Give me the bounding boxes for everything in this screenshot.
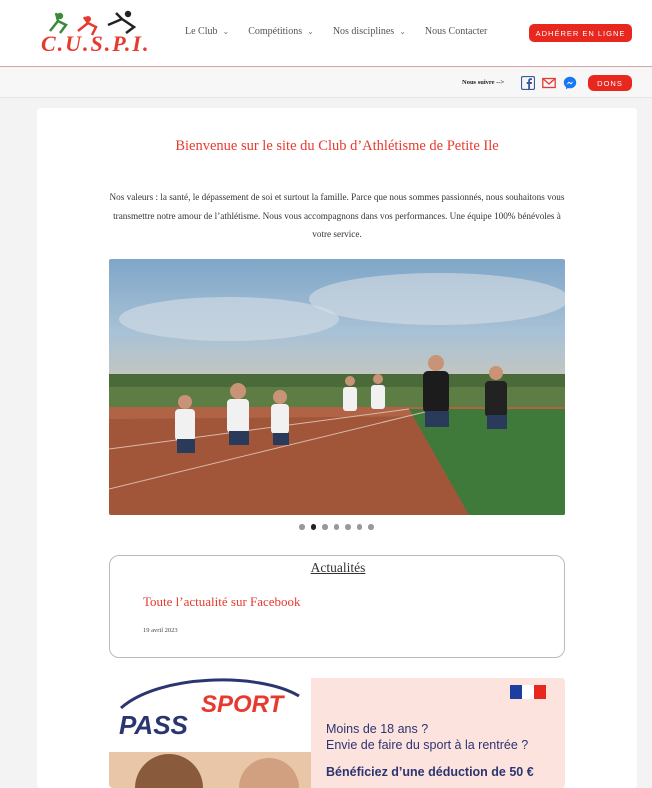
pass-sport-banner[interactable]: PASS SPORT Moins de 18 ans ? Envie de fa… <box>109 678 565 788</box>
site-header: C.U.S.P.I. Le Club ⌄ Compétitions ⌄ Nos di… <box>0 0 652 67</box>
donate-button[interactable]: DONS <box>588 75 632 91</box>
slide-dot[interactable] <box>333 524 339 530</box>
nav-label: Nous Contacter <box>424 26 488 37</box>
messenger-icon[interactable] <box>563 76 577 90</box>
news-heading: Actualités <box>310 560 366 575</box>
nav-item-contact[interactable]: Nous Contacter <box>425 26 488 37</box>
chevron-down-icon: ⌄ <box>222 27 230 36</box>
main-content-card: Bienvenue sur le site du Club d’Athlétis… <box>37 108 637 788</box>
sport-text: SPORT <box>201 691 286 718</box>
social-bar: Nous suivre --> DONS <box>0 68 652 98</box>
pass-sport-logo: PASS SPORT <box>109 678 311 788</box>
pass-sport-line-1: Moins de 18 ans ? <box>326 722 429 736</box>
slide-dot[interactable] <box>299 524 305 530</box>
join-online-button[interactable]: ADHÉRER EN LIGNE <box>529 24 632 42</box>
nav-item-competitions[interactable]: Compétitions ⌄ <box>248 26 314 37</box>
slide-dot[interactable] <box>356 524 362 530</box>
mail-icon[interactable] <box>542 76 556 90</box>
chevron-down-icon: ⌄ <box>399 27 406 36</box>
chevron-down-icon: ⌄ <box>307 27 314 36</box>
club-logo[interactable]: C.U.S.P.I. <box>38 9 148 57</box>
nav-item-disciplines[interactable]: Nos disciplines ⌄ <box>333 26 406 37</box>
pass-sport-line-2: Envie de faire du sport à la rentrée ? <box>326 738 529 752</box>
pass-text: PASS <box>119 710 189 740</box>
slide-dot[interactable] <box>322 524 328 530</box>
slide-dot[interactable] <box>345 524 351 530</box>
news-post-link[interactable]: Toute l’actualité sur Facebook <box>143 594 301 610</box>
news-section: Actualités Toute l’actualité sur Faceboo… <box>109 555 565 658</box>
main-nav: Le Club ⌄ Compétitions ⌄ Nos disciplines ⌄ … <box>185 26 506 37</box>
news-post-date: 19 avril 2023 <box>143 627 178 634</box>
page-title: Bienvenue sur le site du Club d’Athlétis… <box>175 138 499 154</box>
runners-photo <box>109 259 565 515</box>
logo-text: C.U.S.P.I. <box>41 31 151 56</box>
slide-dot[interactable] <box>368 524 374 530</box>
nav-label: Le Club <box>185 26 218 37</box>
photo-slider[interactable] <box>109 259 565 515</box>
intro-text: Nos valeurs : la santé, le dépassement d… <box>109 192 565 239</box>
pass-sport-text-panel: Moins de 18 ans ? Envie de faire du spor… <box>311 678 565 788</box>
pass-sport-line-3: Bénéficiez d’une déduction de 50 € <box>326 765 534 779</box>
follow-label: Nous suivre --> <box>462 79 505 86</box>
slider-pagination <box>299 524 374 530</box>
pass-sport-logo-panel: PASS SPORT <box>109 678 311 788</box>
facebook-icon[interactable] <box>521 76 535 90</box>
nav-label: Compétitions <box>248 26 303 37</box>
nav-item-le-club[interactable]: Le Club ⌄ <box>185 26 229 37</box>
french-flag-icon <box>510 685 546 699</box>
nav-label: Nos disciplines <box>332 26 395 37</box>
slide-dot-active[interactable] <box>310 524 316 530</box>
